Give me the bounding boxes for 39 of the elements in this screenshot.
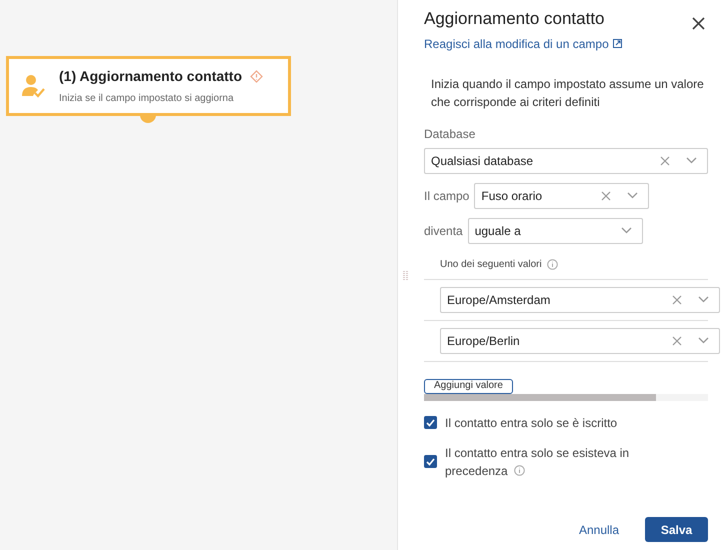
connector-handle[interactable] bbox=[140, 113, 156, 123]
field-label: diventa bbox=[424, 222, 463, 240]
checkbox-label: Il contatto entra solo se esisteva in precedenza bbox=[445, 444, 630, 480]
values-label: Uno dei seguenti valori bbox=[440, 258, 542, 272]
chevron-down-icon[interactable] bbox=[698, 337, 709, 344]
clear-icon[interactable] bbox=[601, 190, 612, 200]
chevron-down-icon[interactable] bbox=[686, 157, 697, 164]
node-subtitle: Inizia se il campo impostato si aggiorna bbox=[59, 92, 235, 106]
scrollbar-thumb[interactable] bbox=[424, 394, 656, 400]
cancel-button[interactable]: Annulla bbox=[578, 520, 619, 538]
user-check-icon bbox=[21, 74, 47, 98]
clear-icon[interactable] bbox=[660, 156, 670, 166]
panel-title: Aggiornamento contatto bbox=[424, 8, 606, 30]
description-text: Inizia quando il campo impostato assume un valore che corrisponde ai criteri definiti bbox=[431, 76, 705, 110]
node-title: (1) Aggiornamento contatto bbox=[59, 67, 242, 86]
chevron-down-icon[interactable] bbox=[698, 296, 709, 303]
save-button[interactable]: Salva bbox=[645, 517, 708, 542]
select-field[interactable]: Fuso orario bbox=[474, 182, 650, 208]
chevron-down-icon[interactable] bbox=[620, 227, 632, 234]
checkbox[interactable] bbox=[424, 416, 437, 429]
close-button[interactable] bbox=[692, 17, 705, 30]
select-field[interactable]: Europe/Amsterdam bbox=[440, 286, 720, 312]
trigger-node[interactable]: (1) Aggiornamento contatto Inizia se il campo impostato si aggiorna bbox=[6, 56, 291, 116]
add-value-button[interactable]: Aggiungi valore bbox=[424, 378, 513, 394]
external-link-icon[interactable] bbox=[612, 39, 622, 48]
field-label: Database bbox=[424, 126, 476, 142]
info-icon bbox=[546, 258, 558, 270]
field-label: Il campo bbox=[424, 188, 470, 204]
chevron-down-icon[interactable] bbox=[627, 192, 638, 199]
drag-handle-icon[interactable] bbox=[403, 271, 408, 280]
checkbox-label: Il contatto entra solo se è iscritto bbox=[445, 414, 618, 432]
select-field[interactable]: Europe/Berlin bbox=[440, 328, 720, 354]
clear-icon[interactable] bbox=[672, 336, 682, 346]
select-field[interactable]: uguale a bbox=[468, 218, 643, 244]
warning-icon bbox=[250, 70, 264, 83]
help-link[interactable]: Reagisci alla modifica di un campo bbox=[424, 34, 622, 52]
clear-icon[interactable] bbox=[672, 294, 682, 304]
checkbox[interactable] bbox=[424, 455, 437, 468]
select-field[interactable]: Qualsiasi database bbox=[424, 148, 708, 174]
